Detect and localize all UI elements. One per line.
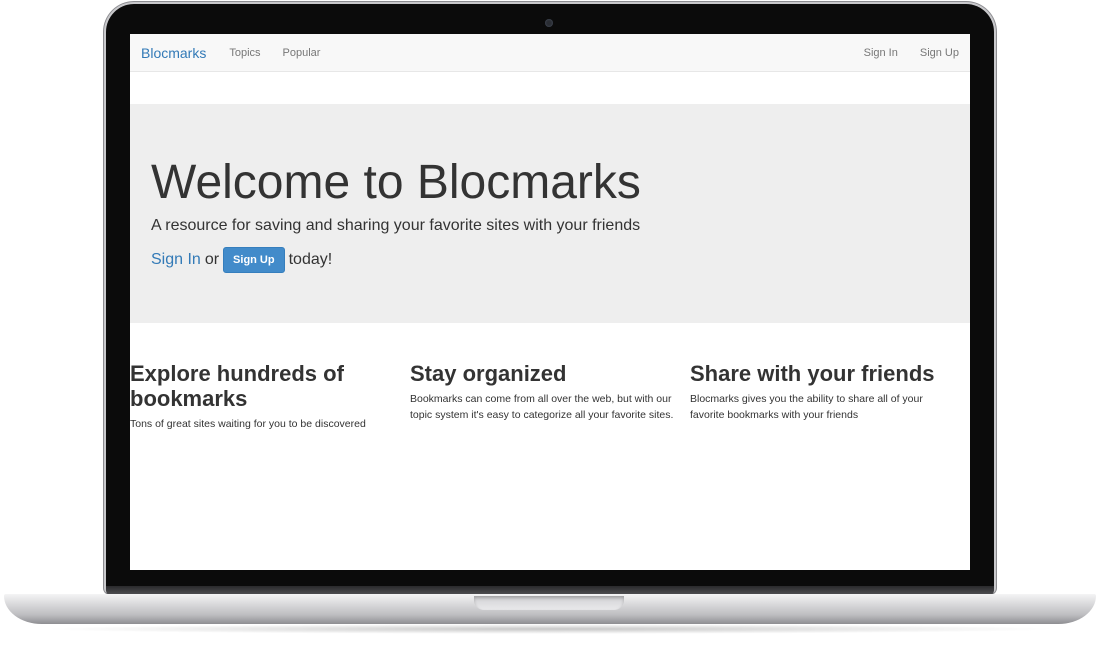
hero-or-text: or (204, 251, 220, 268)
brand-link[interactable]: Blocmarks (141, 45, 206, 61)
navbar-left: Blocmarks Topics Popular (141, 45, 342, 61)
nav-link-popular[interactable]: Popular (283, 47, 321, 59)
feature-organize: Stay organized Bookmarks can come from a… (410, 361, 690, 433)
navbar-right: Sign In Sign Up (842, 47, 959, 59)
features-row: Explore hundreds of bookmarks Tons of gr… (130, 361, 970, 433)
feature-title: Explore hundreds of bookmarks (130, 361, 344, 411)
laptop-notch (474, 596, 624, 610)
laptop-frame: Blocmarks Topics Popular Sign In Sign Up… (0, 0, 1100, 648)
hero-today-text: today! (288, 251, 333, 268)
nav-link-topics[interactable]: Topics (229, 47, 260, 59)
feature-title: Share with your friends (690, 361, 935, 386)
feature-text: Bookmarks can come from all over the web… (410, 393, 674, 421)
feature-text: Blocmarks gives you the ability to share… (690, 393, 923, 421)
feature-explore: Explore hundreds of bookmarks Tons of gr… (130, 361, 410, 433)
navbar: Blocmarks Topics Popular Sign In Sign Up (130, 34, 970, 72)
feature-share: Share with your friends Blocmarks gives … (690, 361, 970, 433)
nav-sign-up-link[interactable]: Sign Up (920, 47, 959, 59)
camera-icon (545, 19, 553, 27)
hero-title: Welcome to Blocmarks (151, 156, 641, 209)
browser-screen: Blocmarks Topics Popular Sign In Sign Up… (130, 34, 970, 570)
feature-text: Tons of great sites waiting for you to b… (130, 418, 366, 430)
laptop-shadow (40, 624, 1060, 634)
hero-sign-in-link[interactable]: Sign In (151, 251, 201, 269)
feature-title: Stay organized (410, 361, 567, 386)
nav-sign-in-link[interactable]: Sign In (864, 47, 898, 59)
hero-subtitle: A resource for saving and sharing your f… (151, 217, 641, 234)
hero-jumbotron: Welcome to Blocmarks A resource for savi… (130, 104, 970, 323)
hero-sign-up-button[interactable]: Sign Up (223, 247, 285, 273)
hero-cta: Sign In or Sign Up today! (151, 247, 949, 273)
